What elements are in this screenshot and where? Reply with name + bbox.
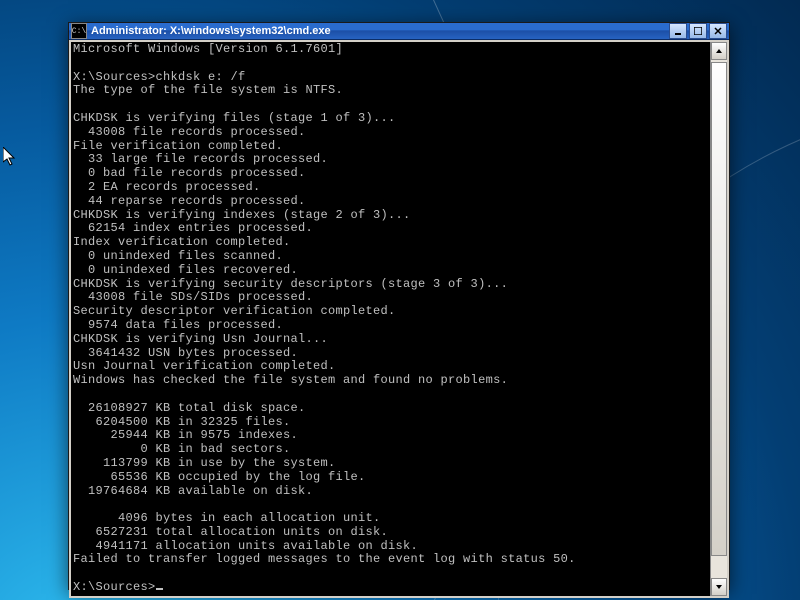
scroll-thumb[interactable] xyxy=(711,62,727,556)
version-line: Microsoft Windows [Version 6.1.7601] xyxy=(73,42,343,56)
console-output[interactable]: Microsoft Windows [Version 6.1.7601] X:\… xyxy=(71,42,710,596)
vertical-scrollbar[interactable] xyxy=(710,42,727,596)
typed-command: chkdsk e: /f xyxy=(156,70,246,84)
window-title: Administrator: X:\windows\system32\cmd.e… xyxy=(91,25,669,37)
scroll-track[interactable] xyxy=(711,60,727,578)
cmd-icon: C:\ xyxy=(71,23,87,39)
prompt: X:\Sources> xyxy=(73,580,156,594)
scroll-up-button[interactable] xyxy=(711,42,727,60)
cursor-blink-icon xyxy=(156,588,163,590)
prompt: X:\Sources> xyxy=(73,70,156,84)
scroll-down-button[interactable] xyxy=(711,578,727,596)
close-button[interactable] xyxy=(709,23,727,39)
client-area: Microsoft Windows [Version 6.1.7601] X:\… xyxy=(69,40,729,598)
titlebar[interactable]: C:\ Administrator: X:\windows\system32\c… xyxy=(69,23,729,40)
mouse-cursor-icon xyxy=(3,147,17,167)
maximize-button[interactable] xyxy=(689,23,707,39)
minimize-button[interactable] xyxy=(669,23,687,39)
cmd-window: C:\ Administrator: X:\windows\system32\c… xyxy=(68,22,730,590)
chkdsk-output-block: The type of the file system is NTFS. CHK… xyxy=(73,83,576,566)
